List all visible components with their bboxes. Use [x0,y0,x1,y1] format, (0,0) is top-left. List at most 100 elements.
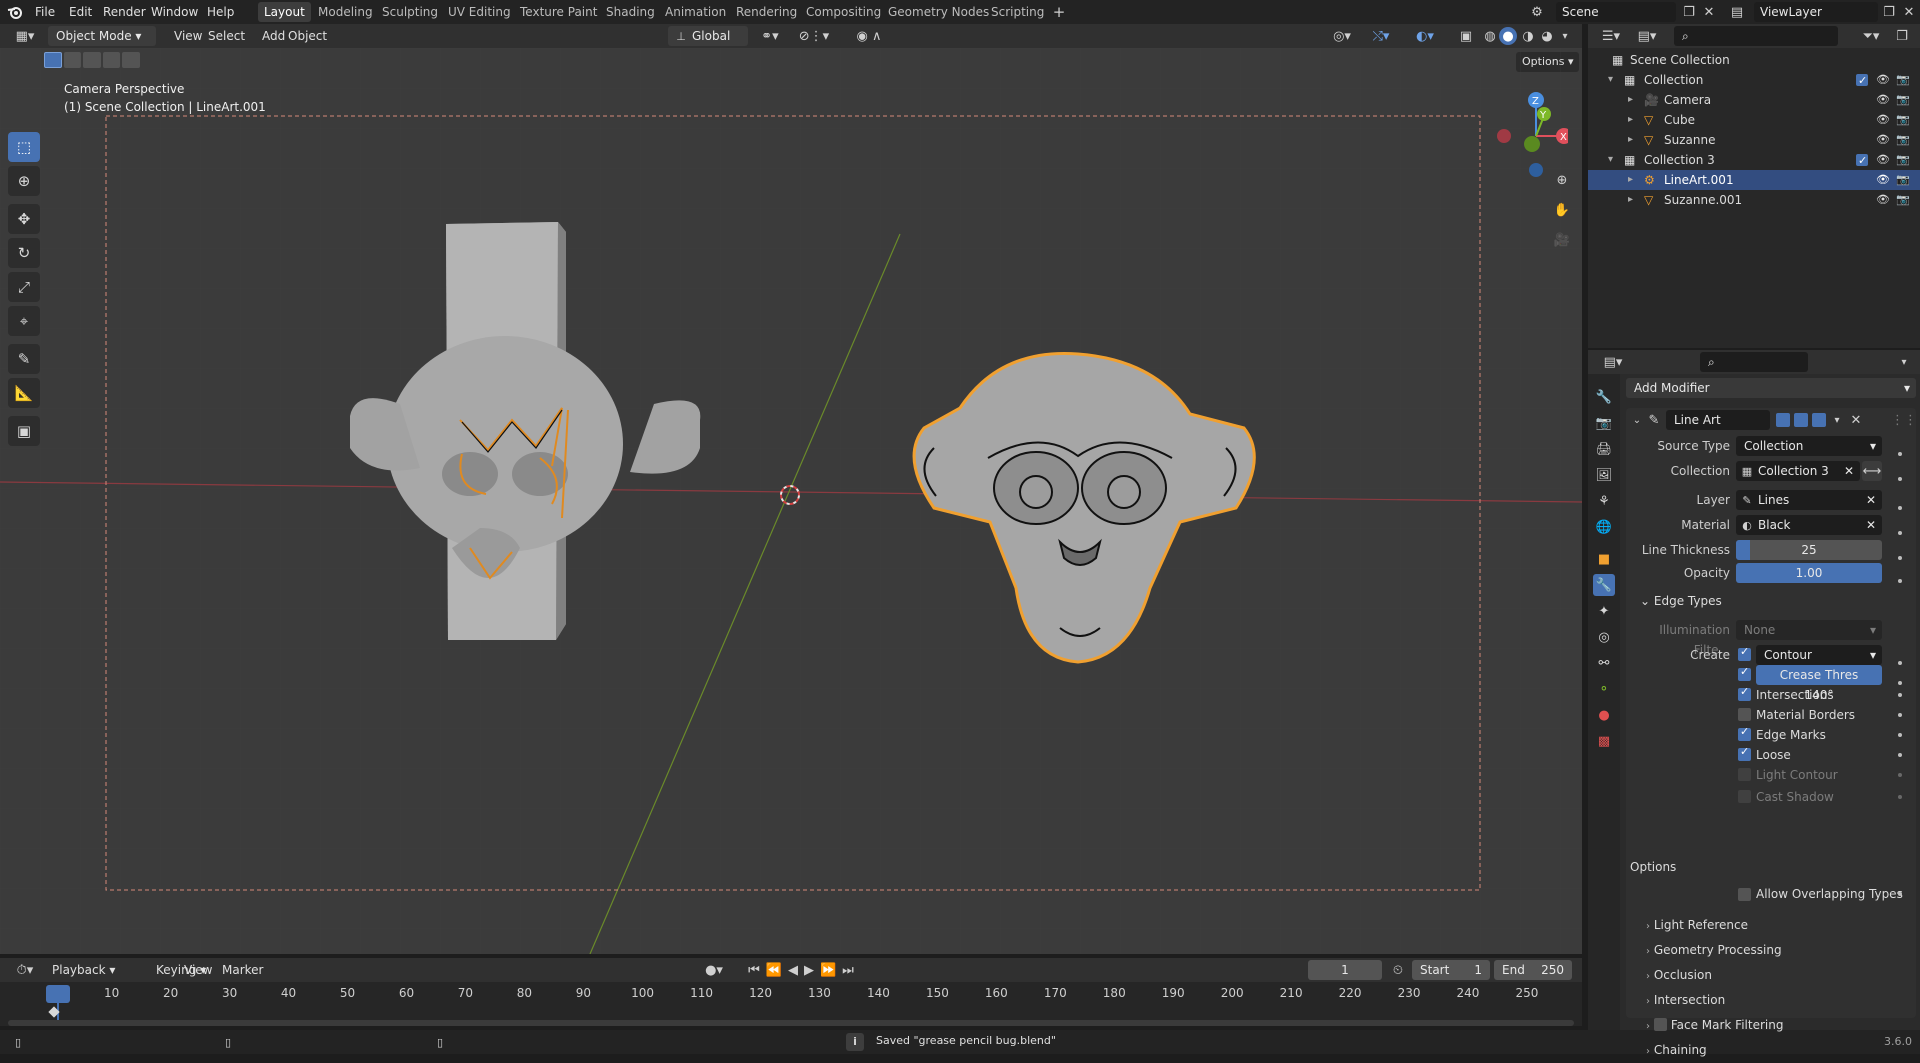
new-scene-icon[interactable]: ❐ [1680,2,1698,22]
delete-view-layer-icon[interactable]: ✕ [1900,2,1918,22]
keyframe-dot[interactable] [1898,556,1902,560]
scene-icon[interactable]: ⚙ [1526,2,1548,22]
loose-checkbox[interactable] [1738,745,1751,761]
camera-view-icon[interactable]: 🎥 [1550,228,1574,252]
start-frame-field[interactable]: Start 1 [1412,960,1490,980]
gizmo-toggle-icon[interactable]: ⤭▾ [1366,26,1396,46]
layer-clear-icon[interactable]: ✕ [1866,490,1876,510]
tab-texture-paint[interactable]: Texture Paint [514,2,603,22]
geometry-processing-subpanel[interactable]: › Geometry Processing [1646,939,1906,961]
pan-hand-icon[interactable]: ✋ [1550,198,1574,222]
exclude-checkbox[interactable] [1856,151,1868,171]
render-camera-icon[interactable]: 📷 [1896,110,1910,130]
menu-timeline-view[interactable]: View [178,960,218,980]
expand-arrow-icon[interactable]: ▸ [1628,130,1633,150]
tab-layout[interactable]: Layout [258,2,311,22]
outliner-search-input[interactable]: ⌕ [1674,26,1838,46]
add-workspace-icon[interactable]: + [1050,2,1068,22]
light-contour-checkbox[interactable] [1738,768,1751,781]
tab-sculpting[interactable]: Sculpting [376,2,444,22]
shading-wireframe-icon[interactable]: ◍ [1480,26,1500,46]
current-frame-field[interactable]: 1 [1308,960,1382,980]
tab-scripting[interactable]: Scripting [985,2,1050,22]
edge-marks-keyframe-dot[interactable] [1898,733,1902,737]
timeline-area[interactable]: 1102030405060708090100110120130140150160… [0,982,1582,1026]
line-thickness-slider[interactable]: 25 [1736,540,1882,560]
world-tab-icon[interactable]: 🌐 [1593,516,1615,538]
zoom-icon[interactable]: ⊕ [1550,168,1574,192]
select-box-tool[interactable]: ⬚ [8,132,40,162]
outliner-editor-icon[interactable]: ☰▾ [1596,26,1626,46]
edge-types-subpanel[interactable]: ⌄ Edge Types [1640,590,1722,612]
keyframe-dot[interactable] [1898,681,1902,685]
constraints-tab-icon[interactable]: ⚯ [1593,652,1615,674]
new-collection-icon[interactable]: ❐ [1890,26,1914,46]
crease-threshold-field[interactable]: Crease Thres 140° [1756,665,1882,702]
properties-editor-icon[interactable]: ▤▾ [1598,352,1628,372]
visibility-eye-icon[interactable]: 👁 [1876,70,1890,90]
render-camera-icon[interactable]: 📷 [1896,70,1910,90]
outliner-row-lineart-001[interactable]: ▸ ⚙ LineArt.001 👁 📷 [1588,170,1920,190]
contour-checkbox[interactable] [1738,645,1751,661]
show-viewport-icon[interactable] [1794,413,1808,427]
render-camera-icon[interactable]: 📷 [1896,90,1910,110]
new-view-layer-icon[interactable]: ❐ [1880,2,1898,22]
overlays-toggle-icon[interactable]: ◐▾ [1408,26,1442,46]
tab-uv-editing[interactable]: UV Editing [442,2,517,22]
intersections-keyframe-dot[interactable] [1898,693,1902,697]
outliner-scene-collection[interactable]: ▦ Scene Collection [1588,50,1920,70]
editor-type-icon[interactable]: ▦▾ [10,26,40,46]
shading-rendered-icon[interactable]: ◕ [1537,26,1557,46]
expand-arrow-icon[interactable]: ▸ [1628,90,1633,110]
expand-arrow-icon[interactable]: ▸ [1628,170,1633,190]
timeline-scrollbar[interactable] [8,1020,1574,1026]
output-tab-icon[interactable]: 🖨 [1593,438,1615,460]
modifier-menu-icon[interactable]: ▾ [1830,410,1844,430]
keyframe-dot[interactable] [1898,452,1902,456]
layer-field[interactable]: Lines ✕ [1736,490,1882,510]
crease-checkbox[interactable] [1738,665,1751,681]
show-editmode-icon[interactable] [1776,413,1790,427]
data-tab-icon[interactable]: ⚬ [1593,678,1615,700]
material-tab-icon[interactable]: ● [1593,704,1615,726]
occlusion-subpanel[interactable]: › Occlusion [1646,964,1906,986]
material-clear-icon[interactable]: ✕ [1866,515,1876,535]
outliner-row-suzanne[interactable]: ▸ ▽ Suzanne 👁 📷 [1588,130,1920,150]
scale-tool[interactable]: ⤢ [8,272,40,302]
view-layer-field[interactable]: ViewLayer [1754,2,1878,22]
material-borders-keyframe-dot[interactable] [1898,713,1902,717]
tool-tab-icon[interactable]: 🔧 [1593,386,1615,408]
material-borders-checkbox[interactable] [1738,708,1751,721]
light-contour-keyframe-dot[interactable] [1898,773,1902,777]
edge-marks-checkbox[interactable] [1738,725,1751,741]
tab-compositing[interactable]: Compositing [800,2,887,22]
menu-object[interactable]: Object [282,26,333,46]
delete-scene-icon[interactable]: ✕ [1700,2,1718,22]
expand-arrow-icon[interactable]: ▾ [1608,150,1613,170]
menu-marker[interactable]: Marker [216,960,269,980]
auto-keying-icon[interactable]: ●▾ [700,960,728,980]
render-camera-icon[interactable]: 📷 [1896,150,1910,170]
intersections-checkbox[interactable] [1738,685,1751,701]
scene-name-field[interactable]: Scene [1556,2,1676,22]
measure-tool[interactable]: 📐 [8,378,40,408]
keyframe-dot[interactable] [1898,661,1902,665]
shading-dropdown-icon[interactable]: ▾ [1558,26,1572,46]
outliner-row-camera[interactable]: ▸ 🎥 Camera 👁 📷 [1588,90,1920,110]
3d-viewport[interactable]: Options ▾ [0,48,1582,954]
xray-icon[interactable]: ▣ [1456,26,1476,46]
visibility-eye-icon[interactable]: 👁 [1876,130,1890,150]
tab-geometry-nodes[interactable]: Geometry Nodes [882,2,995,22]
timeline-editor-icon[interactable]: ⏱▾ [10,960,40,980]
cast-shadow-checkbox[interactable] [1738,790,1751,803]
expand-arrow-icon[interactable]: ▸ [1628,190,1633,210]
snap-icon[interactable]: ⊘⋮▾ [790,26,838,46]
opacity-slider[interactable]: 1.00 [1736,563,1882,583]
tab-modeling[interactable]: Modeling [312,2,379,22]
keyframe-dot[interactable] [1898,506,1902,510]
menu-file[interactable]: File [30,3,60,21]
object-tab-icon[interactable]: ■ [1593,548,1615,570]
shading-material-icon[interactable]: ◑ [1518,26,1538,46]
chaining-subpanel[interactable]: › Chaining [1646,1039,1906,1061]
playhead[interactable] [46,985,70,1003]
